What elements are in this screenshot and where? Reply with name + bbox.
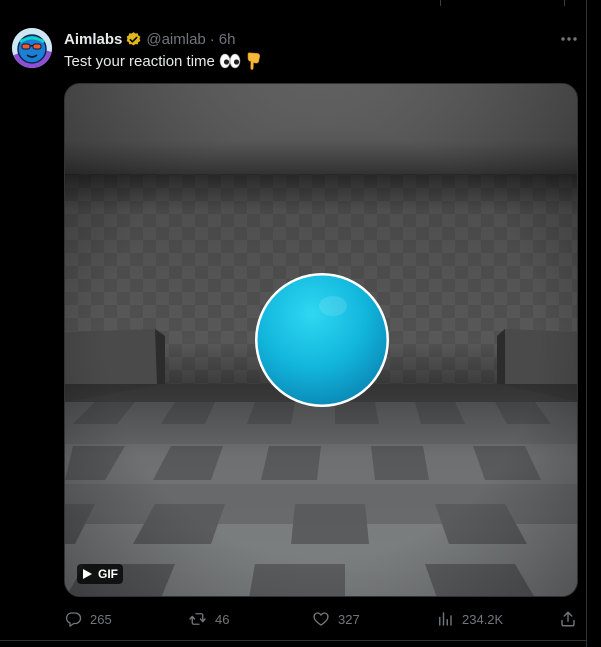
views-button[interactable]: 234.2K — [436, 609, 503, 629]
like-button[interactable]: 327 — [312, 609, 360, 629]
tweet-text-row: Test your reaction time — [64, 52, 261, 70]
gif-badge[interactable]: GIF — [77, 564, 123, 584]
reply-button[interactable]: 265 — [64, 609, 112, 629]
view-count: 234.2K — [462, 611, 504, 627]
post-divider — [0, 640, 587, 641]
reply-icon — [65, 612, 82, 627]
eyes-emoji-icon — [219, 52, 241, 70]
previous-post-action-stub — [440, 0, 441, 6]
repost-count: 46 — [215, 611, 230, 627]
previous-post-action-stub — [564, 0, 565, 6]
tweet-header: Aimlabs @aimlab · 6h — [64, 30, 235, 48]
aimlabs-logo-avatar — [12, 28, 52, 68]
gif-label: GIF — [98, 567, 118, 581]
repost-button[interactable]: 46 — [188, 609, 229, 629]
author-handle[interactable]: @aimlab — [146, 31, 205, 48]
share-icon — [561, 611, 575, 627]
avatar[interactable] — [12, 28, 52, 68]
verified-badge-icon[interactable] — [125, 31, 142, 48]
timeline-border-right — [586, 0, 587, 647]
tweet-actions: 265 46 327 234.2K — [64, 609, 578, 629]
more-options-icon[interactable] — [560, 32, 578, 46]
tweet-text: Test your reaction time — [64, 52, 215, 70]
tweet-timestamp[interactable]: 6h — [219, 31, 236, 48]
heart-icon — [313, 612, 329, 626]
pointing-down-emoji-icon — [245, 52, 261, 70]
analytics-icon — [439, 612, 452, 626]
separator-dot: · — [209, 30, 215, 48]
author-name[interactable]: Aimlabs — [64, 31, 122, 48]
tweet-gif-media[interactable]: GIF — [64, 83, 578, 597]
like-count: 327 — [338, 611, 360, 627]
share-button[interactable] — [559, 609, 577, 629]
target-sphere[interactable] — [255, 273, 389, 407]
reply-count: 265 — [90, 611, 112, 627]
aim-trainer-scene — [65, 84, 577, 596]
play-icon — [83, 569, 92, 579]
repost-icon — [189, 613, 206, 625]
